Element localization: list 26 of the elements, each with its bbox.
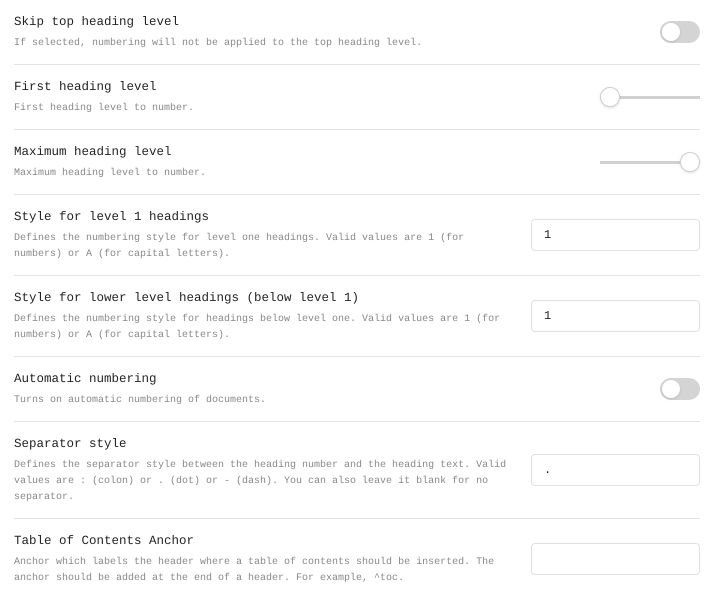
- toggle-switch[interactable]: [660, 21, 700, 43]
- setting-description: Defines the separator style between the heading number and the heading text. Valid values are : (colon) or . (dot) or - (dash). You can also leave it blank for no separator.: [14, 458, 507, 505]
- input-field[interactable]: 1: [531, 219, 700, 251]
- input-field[interactable]: 1: [531, 300, 700, 332]
- setting-title: Automatic numbering: [14, 371, 158, 388]
- setting-description: If selected, numbering will not be applied to the top heading level.: [14, 36, 424, 51]
- setting-title: Table of Contents Anchor: [14, 533, 196, 550]
- slider[interactable]: [600, 87, 700, 107]
- setting-title: Style for level 1 headings: [14, 209, 210, 226]
- input-field[interactable]: [531, 543, 700, 575]
- setting-description: Maximum heading level to number.: [14, 166, 208, 181]
- setting-description: Anchor which labels the header where a table of contents should be inserted. The anchor should be added at the end of a header. For example, ^toc.: [14, 556, 496, 586]
- setting-title: Maximum heading level: [14, 144, 173, 161]
- slider-thumb[interactable]: [600, 87, 620, 107]
- setting-description: First heading level to number.: [14, 102, 196, 116]
- setting-title: First heading level: [14, 79, 158, 96]
- toggle-switch[interactable]: [660, 378, 700, 400]
- setting-title: Separator style: [14, 436, 128, 453]
- slider-thumb[interactable]: [680, 152, 700, 172]
- setting-description: Defines the numbering style for level one headings. Valid values are 1 (for numbers) or A (for capital letters).: [14, 232, 466, 262]
- setting-description: Defines the numbering style for headings below level one. Valid values are 1 (for numbers) or A (for capital letters).: [14, 312, 502, 343]
- input-field[interactable]: .: [531, 454, 700, 486]
- slider[interactable]: [600, 152, 700, 172]
- setting-title: Style for lower level headings (below level 1): [14, 290, 360, 307]
- setting-description: Turns on automatic numbering of documents.: [14, 394, 268, 408]
- setting-title: Skip top heading level: [14, 14, 180, 31]
